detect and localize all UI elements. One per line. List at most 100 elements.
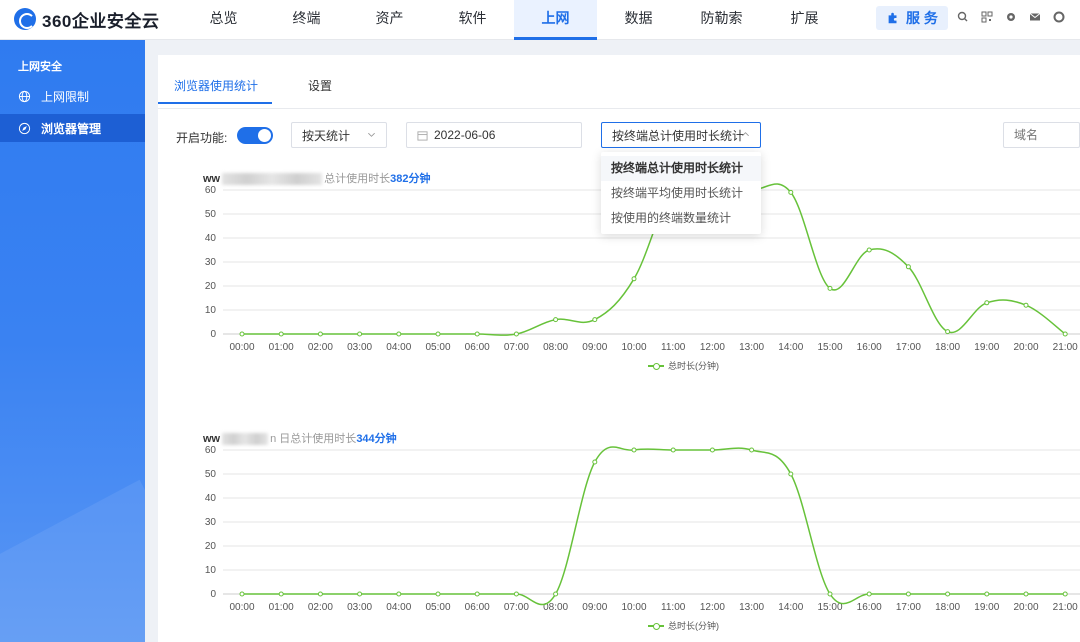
- data-point[interactable]: [239, 331, 245, 337]
- data-point[interactable]: [474, 331, 480, 337]
- y-tick-label: 60: [205, 185, 217, 196]
- line-chart-2: 0 10 20 30 40 50 60 00:00 01:00 02:00 03:00 04:00 05…: [205, 445, 1080, 613]
- data-point[interactable]: [788, 471, 794, 477]
- data-point[interactable]: [670, 447, 676, 453]
- data-point[interactable]: [553, 317, 559, 323]
- data-point[interactable]: [827, 285, 833, 291]
- sidebar-item-browser-manage[interactable]: 浏览器管理: [0, 114, 145, 142]
- nav-item-endpoint[interactable]: 终端: [265, 0, 348, 40]
- data-point[interactable]: [474, 591, 480, 597]
- data-point[interactable]: [1062, 591, 1068, 597]
- x-tick-label: 06:00: [465, 602, 490, 613]
- user-icon[interactable]: [1052, 10, 1066, 24]
- main-nav: 总览 终端 资产 软件 上网 数据 防勒索 扩展: [182, 0, 846, 40]
- data-point[interactable]: [592, 459, 598, 465]
- data-point[interactable]: [631, 276, 637, 282]
- data-point[interactable]: [984, 300, 990, 306]
- dropdown-option-count[interactable]: 按使用的终端数量统计: [601, 206, 761, 231]
- data-point[interactable]: [278, 591, 284, 597]
- chart-block-2: ww n 日总计使用时长344分钟 0 10 20 30 40 50 60 00:00 01:00…: [158, 428, 1080, 642]
- service-button[interactable]: 服 务: [876, 6, 948, 30]
- data-point[interactable]: [592, 317, 598, 323]
- x-tick-label: 02:00: [308, 602, 333, 613]
- data-point[interactable]: [513, 591, 519, 597]
- tab-settings[interactable]: 设置: [308, 77, 332, 104]
- data-point[interactable]: [239, 591, 245, 597]
- x-tick-label: 15:00: [817, 342, 842, 353]
- data-point[interactable]: [905, 591, 911, 597]
- toolbar: 开启功能: 按天统计 2022-06-06 按终端总计使用时长统计: [158, 122, 1080, 148]
- period-select[interactable]: 按天统计: [291, 122, 387, 148]
- data-point[interactable]: [1023, 591, 1029, 597]
- x-tick-label: 10:00: [621, 602, 646, 613]
- y-tick-label: 20: [205, 281, 217, 292]
- nav-item-asset[interactable]: 资产: [348, 0, 431, 40]
- data-point[interactable]: [317, 591, 323, 597]
- search-icon[interactable]: [956, 10, 970, 24]
- data-point[interactable]: [1023, 302, 1029, 308]
- chart-legend[interactable]: 总时长(分钟): [648, 359, 719, 372]
- x-tick-label: 14:00: [778, 342, 803, 353]
- enable-label: 开启功能:: [176, 131, 228, 145]
- data-point[interactable]: [749, 447, 755, 453]
- stat-type-select[interactable]: 按终端总计使用时长统计: [601, 122, 761, 148]
- data-point[interactable]: [866, 247, 872, 253]
- y-tick-label: 50: [205, 209, 217, 220]
- nav-item-overview[interactable]: 总览: [182, 0, 265, 40]
- qrcode-icon[interactable]: [980, 10, 994, 24]
- sidebar-item-internet-limit[interactable]: 上网限制: [0, 82, 145, 110]
- data-point[interactable]: [945, 591, 951, 597]
- chart-legend[interactable]: 总时长(分钟): [648, 619, 719, 632]
- data-point[interactable]: [396, 331, 402, 337]
- chevron-up-icon: [742, 132, 749, 137]
- y-tick-label: 50: [205, 469, 217, 480]
- data-point[interactable]: [1062, 331, 1068, 337]
- service-label: 服 务: [906, 10, 938, 26]
- data-point[interactable]: [905, 264, 911, 270]
- data-point[interactable]: [788, 189, 794, 195]
- nav-item-software[interactable]: 软件: [431, 0, 514, 40]
- y-tick-label: 0: [210, 589, 216, 600]
- nav-item-extension[interactable]: 扩展: [763, 0, 846, 40]
- data-point[interactable]: [396, 591, 402, 597]
- data-point[interactable]: [357, 591, 363, 597]
- y-tick-label: 10: [205, 565, 217, 576]
- x-tick-label: 16:00: [857, 342, 882, 353]
- enable-toggle[interactable]: [237, 127, 273, 144]
- data-point[interactable]: [435, 331, 441, 337]
- logo[interactable]: 360企业安全云: [14, 7, 159, 31]
- data-point[interactable]: [278, 331, 284, 337]
- date-value: 2022-06-06: [434, 128, 496, 142]
- sidebar: 上网安全 上网限制 浏览器管理: [0, 40, 145, 642]
- x-tick-label: 18:00: [935, 342, 960, 353]
- data-point[interactable]: [553, 591, 559, 597]
- date-picker[interactable]: 2022-06-06: [406, 122, 582, 148]
- legend-marker-icon: [648, 362, 664, 370]
- data-point[interactable]: [827, 591, 833, 597]
- data-point[interactable]: [984, 591, 990, 597]
- nav-item-data[interactable]: 数据: [597, 0, 680, 40]
- gear-icon[interactable]: [1004, 10, 1018, 24]
- data-point[interactable]: [435, 591, 441, 597]
- tab-browser-stats[interactable]: 浏览器使用统计: [158, 77, 273, 104]
- x-tick-label: 20:00: [1013, 342, 1038, 353]
- dropdown-option-total[interactable]: 按终端总计使用时长统计: [601, 156, 761, 181]
- x-tick-label: 00:00: [229, 602, 254, 613]
- data-point[interactable]: [317, 331, 323, 337]
- data-point[interactable]: [357, 331, 363, 337]
- top-icons: [956, 10, 1066, 24]
- data-point[interactable]: [631, 447, 637, 453]
- domain-input[interactable]: [1003, 122, 1080, 148]
- dropdown-option-average[interactable]: 按终端平均使用时长统计: [601, 181, 761, 206]
- top-bar: 360企业安全云 总览 终端 资产 软件 上网 数据 防勒索 扩展 服 务: [0, 0, 1080, 40]
- y-tick-label: 20: [205, 541, 217, 552]
- nav-item-internet[interactable]: 上网: [514, 0, 597, 40]
- x-tick-label: 07:00: [504, 342, 529, 353]
- nav-item-ransomware[interactable]: 防勒索: [680, 0, 763, 40]
- data-point[interactable]: [866, 591, 872, 597]
- data-point[interactable]: [513, 331, 519, 337]
- data-point[interactable]: [945, 329, 951, 335]
- mail-icon[interactable]: [1028, 10, 1042, 24]
- data-point[interactable]: [709, 447, 715, 453]
- x-tick-label: 05:00: [425, 342, 450, 353]
